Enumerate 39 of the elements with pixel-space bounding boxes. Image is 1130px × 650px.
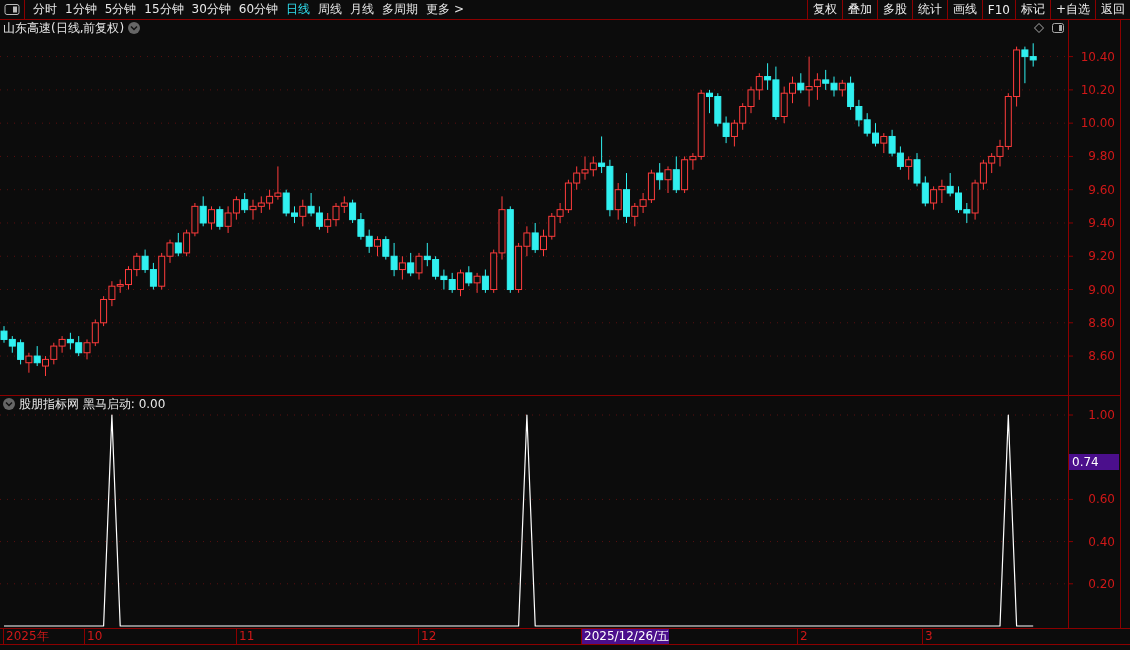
price-axis-label: 8.60	[1088, 349, 1115, 364]
date-axis-label: 2025/12/26/五	[581, 629, 670, 644]
period-tab[interactable]: 周线	[318, 1, 343, 18]
indicator-axis-label: 1.00	[1088, 408, 1115, 422]
price-axis-label: 10.00	[1080, 116, 1115, 131]
date-axis-label: 10	[84, 629, 103, 644]
price-axis-label: 9.40	[1088, 215, 1115, 230]
chevron-down-icon[interactable]	[128, 22, 141, 34]
period-tab[interactable]: 5分钟	[104, 1, 137, 18]
date-axis-label: 3	[922, 629, 933, 644]
date-axis-label: 2	[797, 629, 808, 644]
price-axis-label: 10.40	[1080, 49, 1115, 64]
price-axis-label: 8.80	[1088, 315, 1115, 330]
period-tab[interactable]: 1分钟	[65, 1, 97, 18]
indicator-title: 股朋指标网 黑马启动: 0.00	[19, 397, 166, 411]
period-tab[interactable]: 多周期	[382, 1, 419, 18]
diamond-icon[interactable]	[1034, 23, 1044, 33]
crosshair-value-badge: 0.74	[1069, 454, 1119, 470]
price-axis-label: 9.00	[1088, 282, 1115, 297]
period-tab[interactable]: 更多 >	[426, 1, 464, 18]
chart-title: 山东高速(日线,前复权)	[3, 21, 125, 35]
panel-toggle-icon[interactable]	[1052, 23, 1064, 33]
price-axis-label: 9.20	[1088, 249, 1115, 264]
price-axis-label: 10.20	[1080, 82, 1115, 97]
period-tab[interactable]: 60分钟	[238, 1, 279, 18]
price-axis-label: 9.60	[1088, 182, 1115, 197]
indicator-axis-label: 0.40	[1088, 534, 1115, 549]
period-tab[interactable]: 月线	[350, 1, 375, 18]
period-tab[interactable]: 日线	[286, 1, 311, 18]
period-tab[interactable]: 30分钟	[191, 1, 231, 18]
date-axis-label: 12	[418, 629, 437, 644]
period-tab[interactable]: 分时	[33, 1, 57, 18]
price-axis-label: 9.80	[1088, 149, 1115, 164]
date-axis-label: 2025年	[3, 629, 49, 644]
indicator-axis-label: 0.20	[1088, 576, 1115, 591]
period-tab[interactable]: 15分钟	[144, 1, 184, 18]
chevron-down-icon[interactable]	[3, 398, 15, 410]
date-axis-label: 11	[236, 629, 255, 644]
indicator-axis-label: 0.60	[1088, 492, 1115, 507]
